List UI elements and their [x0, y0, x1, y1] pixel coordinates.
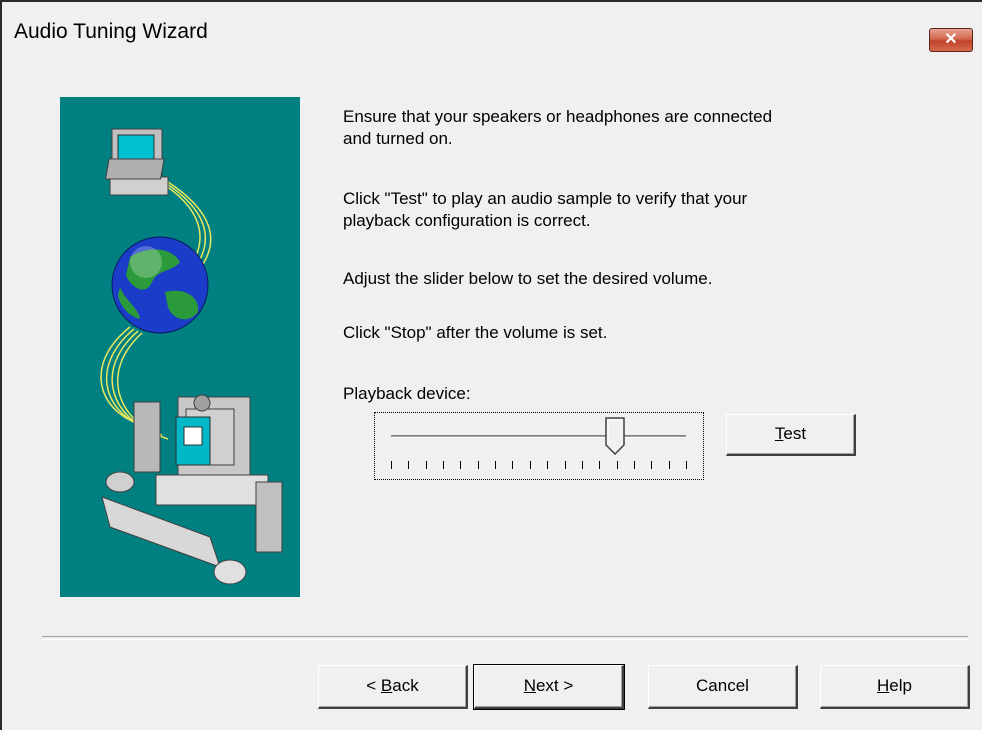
- instruction-line: Click "Stop" after the volume is set.: [343, 323, 608, 342]
- slider-tick: [391, 461, 392, 469]
- globe-icon: [111, 236, 209, 334]
- wizard-illustration: [60, 97, 300, 597]
- slider-track[interactable]: [391, 435, 686, 438]
- wizard-body: Ensure that your speakers or headphones …: [12, 78, 978, 728]
- instruction-line: playback configuration is correct.: [343, 211, 591, 230]
- slider-thumb[interactable]: [605, 417, 625, 455]
- computer-icon: [104, 128, 169, 196]
- close-button[interactable]: ✕: [929, 28, 973, 52]
- slider-tick: [477, 461, 479, 469]
- slider-tick: [547, 461, 549, 469]
- instruction-line: Adjust the slider below to set the desir…: [343, 269, 713, 288]
- slider-tick: [408, 461, 410, 469]
- slider-tick: [564, 461, 566, 469]
- back-button[interactable]: < Back: [318, 665, 468, 709]
- slider-tick: [495, 461, 497, 469]
- slider-tick: [425, 461, 427, 469]
- slider-ticks: [375, 461, 703, 471]
- instruction-line: Ensure that your speakers or headphones …: [343, 107, 773, 126]
- help-button[interactable]: Help: [820, 665, 970, 709]
- slider-tick: [443, 461, 445, 469]
- test-button[interactable]: Test: [726, 414, 856, 456]
- cancel-button[interactable]: Cancel: [648, 665, 798, 709]
- instruction-line: and turned on.: [343, 129, 453, 148]
- title-bar[interactable]: Audio Tuning Wizard ✕: [2, 2, 982, 80]
- playback-device-label: Playback device:: [343, 384, 471, 403]
- audio-tuning-wizard-window: Audio Tuning Wizard ✕ Ensure that your s…: [0, 0, 982, 730]
- close-icon: ✕: [944, 31, 958, 48]
- window-title: Audio Tuning Wizard: [14, 20, 208, 43]
- slider-tick: [529, 461, 531, 469]
- slider-tick: [599, 461, 601, 469]
- slider-tick: [668, 461, 670, 469]
- slider-tick: [616, 461, 618, 469]
- slider-tick: [651, 461, 653, 469]
- next-button[interactable]: Next >: [473, 664, 625, 710]
- slider-tick: [512, 461, 514, 469]
- instruction-line: Click "Test" to play an audio sample to …: [343, 189, 748, 208]
- slider-tick: [633, 461, 635, 469]
- slider-tick: [581, 461, 583, 469]
- slider-tick: [460, 461, 462, 469]
- separator: [42, 636, 968, 640]
- slider-tick: [686, 461, 687, 469]
- volume-slider[interactable]: [374, 412, 704, 480]
- multimedia-computer-icon: [101, 394, 283, 585]
